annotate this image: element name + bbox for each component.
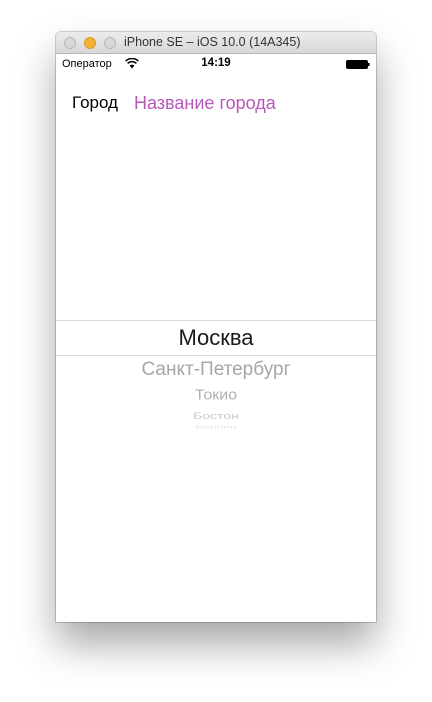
picker-selection-top-line [56, 320, 376, 321]
picker-row-selected[interactable]: Москва [56, 325, 376, 351]
zoom-window-button[interactable] [104, 37, 116, 49]
simulator-window: iPhone SE – iOS 10.0 (14A345) Оператор 1… [56, 32, 376, 622]
status-bar: Оператор 14:19 [56, 54, 376, 74]
window-title: iPhone SE – iOS 10.0 (14A345) [124, 35, 301, 49]
picker-row[interactable]: Берлин [56, 425, 376, 430]
picker-selection-bottom-line [56, 355, 376, 356]
window-titlebar: iPhone SE – iOS 10.0 (14A345) [56, 32, 376, 54]
picker-row[interactable]: Токио [56, 388, 376, 405]
minimize-window-button[interactable] [84, 37, 96, 49]
status-time: 14:19 [201, 57, 231, 69]
battery-icon [346, 60, 370, 69]
city-label: Город [72, 93, 118, 112]
city-picker[interactable]: Москва Санкт-Петербург Токио Бостон Берл… [56, 302, 376, 432]
picker-row[interactable]: Санкт-Петербург [56, 359, 376, 381]
city-name-input[interactable] [134, 91, 364, 115]
close-window-button[interactable] [64, 37, 76, 49]
picker-row[interactable]: Бостон [56, 411, 376, 421]
